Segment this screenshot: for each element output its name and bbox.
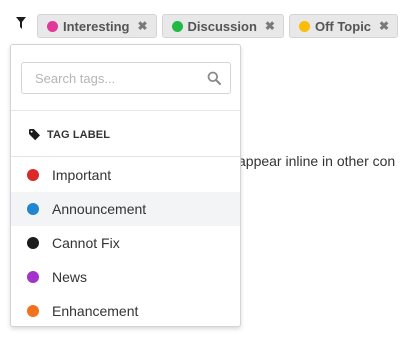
close-icon[interactable]: ✖ [265,20,275,32]
page: appear inline in other con . Interesting… [0,0,413,340]
menu-header-label: TAG LABEL [47,129,111,141]
chip-interesting[interactable]: Interesting ✖ [37,14,157,38]
menu-item-important[interactable]: Important [11,158,240,192]
menu-item-label: Enhancement [52,303,139,319]
tag-icon [29,129,40,141]
tag-color-dot [27,271,39,283]
close-icon[interactable]: ✖ [137,20,147,32]
tag-color-dot [27,305,39,317]
background-text: appear inline in other con [238,153,396,169]
tag-color-dot [27,237,39,249]
tag-list: Important Announcement Cannot Fix News E… [11,158,240,326]
tag-color-dot [27,169,39,181]
menu-item-label: News [52,269,88,285]
menu-item-label: Cannot Fix [52,235,120,251]
menu-item-announcement[interactable]: Announcement [11,192,240,226]
close-icon[interactable]: ✖ [379,20,389,32]
menu-item-enhancement[interactable]: Enhancement [11,294,240,326]
menu-item-cannot-fix[interactable]: Cannot Fix [11,226,240,260]
menu-header: TAG LABEL [29,129,110,141]
menu-item-label: Important [52,167,112,183]
menu-item-label: Announcement [52,201,147,217]
search-input[interactable] [22,63,215,93]
chip-off-topic[interactable]: Off Topic ✖ [288,14,399,38]
tag-color-dot [27,203,39,215]
chip-discussion[interactable]: Discussion ✖ [161,14,284,38]
tag-dropdown-menu: TAG LABEL Important Announcement Cannot … [10,44,241,327]
menu-item-news[interactable]: News [11,260,240,294]
chip-color-dot [171,20,183,32]
chip-color-dot [47,20,58,32]
filter-icon[interactable] [16,17,26,29]
chip-label: Interesting [63,18,130,34]
divider [11,110,240,111]
chip-color-dot [298,20,310,32]
search-icon [207,71,221,85]
chip-label: Discussion [187,18,257,34]
divider [11,156,240,157]
selected-tags: Interesting ✖ Discussion ✖ Off Topic ✖ [37,14,399,38]
search-box [21,62,231,94]
chip-label: Off Topic [314,18,372,34]
